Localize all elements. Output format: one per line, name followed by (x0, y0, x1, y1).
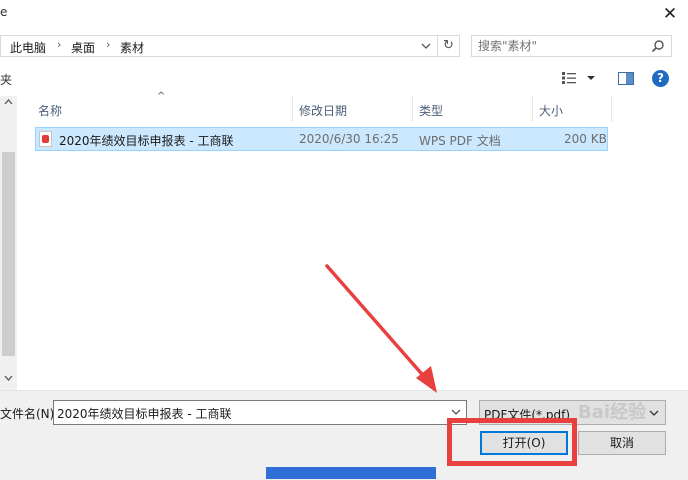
filename-input[interactable] (57, 403, 437, 423)
file-size: 200 KB (564, 132, 607, 146)
background-button-strip (266, 467, 436, 479)
dialog-titlebar (0, 0, 688, 30)
filename-combobox[interactable] (53, 400, 467, 425)
file-name: 2020年绩效目标申报表 - 工商联 (59, 134, 234, 148)
breadcrumb-separator[interactable]: › (57, 38, 61, 51)
sort-ascending-icon: ^ (157, 91, 166, 102)
cancel-button[interactable]: 取消 (578, 431, 666, 455)
column-header (17, 96, 688, 122)
column-name[interactable]: 名称 (38, 102, 62, 119)
scroll-down-icon[interactable] (3, 373, 14, 383)
pdf-file-icon (39, 131, 52, 147)
column-modified[interactable]: 修改日期 (299, 102, 347, 119)
preview-pane-icon[interactable] (618, 72, 634, 85)
new-folder-stub[interactable]: 夹 (0, 71, 12, 88)
annotation-highlight-box (447, 418, 577, 466)
title-stub-text: e (0, 5, 8, 19)
column-divider[interactable] (292, 96, 293, 122)
column-divider[interactable] (532, 96, 533, 122)
close-button[interactable]: ✕ (660, 4, 680, 24)
scrollbar-thumb[interactable] (2, 152, 15, 356)
breadcrumb-desktop[interactable]: 桌面 (71, 39, 95, 56)
address-bar[interactable]: 此电脑 › 桌面 › 素材 (0, 35, 438, 57)
chevron-down-icon[interactable] (450, 407, 462, 417)
view-options-icon[interactable] (561, 71, 597, 85)
search-input[interactable] (478, 37, 648, 55)
column-divider[interactable] (412, 96, 413, 122)
breadcrumb-folder[interactable]: 素材 (120, 39, 144, 56)
breadcrumb-separator[interactable]: › (106, 38, 110, 51)
help-icon[interactable]: ? (652, 70, 669, 87)
search-box[interactable] (471, 35, 672, 57)
search-icon[interactable] (651, 39, 665, 53)
filename-label: 文件名(N): (0, 407, 59, 421)
watermark-logo: Bai经验 (578, 402, 647, 423)
breadcrumb-this-pc[interactable]: 此电脑 (10, 39, 46, 56)
scroll-up-icon[interactable] (3, 97, 14, 107)
column-divider[interactable] (611, 96, 612, 122)
address-history-chevron-down-icon[interactable] (419, 38, 433, 54)
refresh-button[interactable]: ↻ (438, 35, 460, 57)
column-type[interactable]: 类型 (419, 102, 443, 119)
chevron-down-icon[interactable] (648, 408, 660, 418)
file-modified: 2020/6/30 16:25 (299, 132, 399, 146)
column-size[interactable]: 大小 (539, 102, 563, 119)
file-type: WPS PDF 文档 (419, 134, 501, 148)
